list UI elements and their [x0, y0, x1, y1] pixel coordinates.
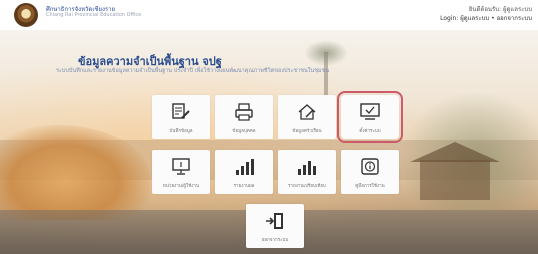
organization-subtitle: Chiang Rai Provincial Education Office	[46, 12, 142, 18]
tile-label: บันทึกข้อมูล	[169, 129, 193, 134]
monitor-check-icon	[360, 103, 380, 120]
login-status-links[interactable]: Login: ผู้ดูแลระบบ • ออกจากระบบ	[440, 13, 532, 23]
house-edit-icon	[298, 104, 316, 120]
tile-label: ตั้งค่าระบบ	[359, 129, 381, 134]
background-hut	[420, 160, 490, 200]
page-description: ระบบบันทึกและรายงานข้อมูลความจำเป็นพื้นฐ…	[56, 68, 330, 74]
tile-household-data[interactable]: ข้อมูลครัวเรือน	[278, 95, 336, 139]
organization-logo[interactable]	[14, 3, 38, 27]
tile-report[interactable]: รายงานผล	[215, 150, 273, 194]
tile-settings[interactable]: ตั้งค่าระบบ	[337, 91, 403, 143]
bar-chart-compare-icon	[298, 161, 316, 175]
info-icon	[361, 158, 379, 175]
tile-label: ข้อมูลบุคคล	[232, 129, 256, 134]
monitor-icon	[172, 158, 190, 175]
tile-label: คู่มือการใช้งาน	[355, 184, 385, 189]
bar-chart-icon	[236, 159, 254, 175]
printer-icon	[235, 103, 253, 121]
tile-agency-users[interactable]: หน่วยงาน/ผู้ใช้งาน	[152, 150, 210, 194]
logout-door-icon	[266, 213, 283, 229]
tile-label: ข้อมูลครัวเรือน	[292, 129, 322, 134]
tile-record-data[interactable]: บันทึกข้อมูล	[152, 95, 210, 139]
tile-label: หน่วยงาน/ผู้ใช้งาน	[162, 184, 200, 189]
hero-banner: ข้อมูลความจำเป็นพื้นฐาน จปฐ ระบบบันทึกแล…	[0, 30, 538, 254]
top-header: ศึกษาธิการจังหวัดเชียงราย Chiang Rai Pro…	[0, 0, 538, 30]
tile-compare-report[interactable]: รายงานเปรียบเทียบ	[278, 150, 336, 194]
edit-document-icon	[172, 103, 190, 119]
tile-person-data[interactable]: ข้อมูลบุคคล	[215, 95, 273, 139]
tile-logout[interactable]: ออกจากระบบ	[246, 204, 304, 248]
tile-label: ออกจากระบบ	[261, 238, 289, 243]
tile-user-manual[interactable]: คู่มือการใช้งาน	[341, 150, 399, 194]
background-hut-roof	[410, 142, 500, 162]
tile-label: รายงานผล	[233, 184, 255, 189]
tile-label: รายงานเปรียบเทียบ	[288, 184, 326, 189]
